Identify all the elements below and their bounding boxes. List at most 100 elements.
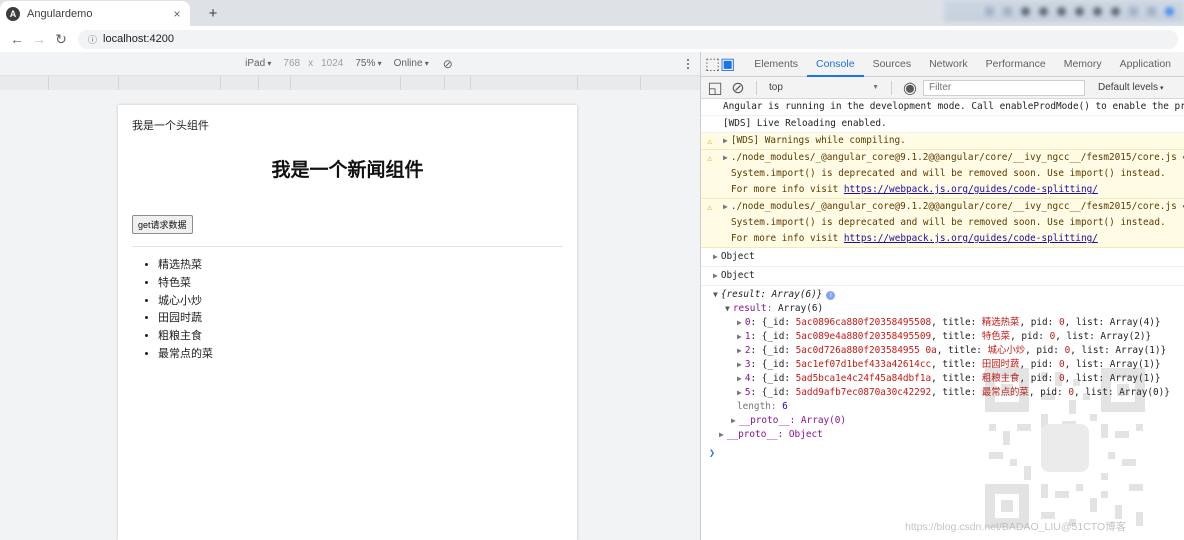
extension-icon[interactable]	[1003, 7, 1012, 16]
expand-triangle-icon[interactable]: ▶	[731, 416, 736, 425]
list-item: 精选热菜	[158, 257, 563, 275]
inspect-element-icon[interactable]: ⬚	[705, 54, 720, 74]
browser-tab[interactable]: A Angulardemo ×	[0, 1, 190, 26]
expand-triangle-icon[interactable]: ▶	[737, 332, 742, 341]
item-id: 5ad5bca1e4c24f45a84dbf1a	[796, 373, 931, 384]
tab-performance[interactable]: Performance	[977, 52, 1055, 77]
extension-icon[interactable]	[1039, 7, 1048, 16]
new-tab-button[interactable]: +	[200, 4, 226, 24]
forward-button[interactable]: →	[28, 28, 50, 50]
collapse-triangle-icon[interactable]: ▼	[725, 304, 730, 313]
tab-title: Angulardemo	[27, 8, 170, 20]
clear-console-icon[interactable]: ⊘	[728, 78, 748, 98]
console-warning[interactable]: ⚠ ▶./node_modules/_@angular_core@9.1.2@@…	[701, 199, 1184, 248]
expand-triangle-icon[interactable]: ▶	[723, 202, 728, 211]
reload-button[interactable]: ↻	[50, 28, 72, 50]
console-result-tree[interactable]: ▼{result: Array(6)}i ▼result: Array(6) ▶…	[701, 286, 1184, 444]
webpack-docs-link[interactable]: https://webpack.js.org/guides/code-split…	[844, 184, 1098, 195]
array-item-row[interactable]: ▶1: {_id: 5ac089e4a880f20358495509, titl…	[713, 330, 1179, 344]
device-height-input[interactable]: 1024	[315, 58, 349, 69]
tab-sources[interactable]: Sources	[864, 52, 921, 77]
extension-icon[interactable]	[1021, 7, 1030, 16]
console-messages[interactable]: Angular is running in the development mo…	[701, 99, 1184, 540]
item-title: 粗粮主食	[982, 373, 1020, 384]
device-more-options-button[interactable]	[680, 55, 696, 73]
expand-triangle-icon[interactable]: ▶	[713, 271, 718, 280]
emulated-page: 我是一个头组件 我是一个新闻组件 get请求数据 精选热菜 特色菜 城心小炒 田…	[118, 105, 577, 540]
extension-icon[interactable]	[1111, 7, 1120, 16]
expand-triangle-icon[interactable]: ▶	[737, 346, 742, 355]
proto-object-row[interactable]: ▶__proto__: Object	[713, 428, 1179, 442]
expand-triangle-icon[interactable]: ▶	[713, 252, 718, 261]
filterbar-divider	[756, 81, 757, 95]
item-list: Array(1)	[1110, 359, 1155, 370]
console-warning[interactable]: ⚠ ▶[WDS] Warnings while compiling.	[701, 133, 1184, 150]
extension-icons-area[interactable]	[944, 0, 1184, 22]
warning-icon: ⚠	[707, 201, 712, 215]
result-key-row[interactable]: ▼result: Array(6)	[713, 302, 1179, 316]
array-item-row[interactable]: ▶4: {_id: 5ad5bca1e4c24f45a84dbf1a, titl…	[713, 372, 1179, 386]
proto-array-row[interactable]: ▶__proto__: Array(0)	[713, 414, 1179, 428]
log-levels-select[interactable]: Default levels	[1098, 82, 1164, 93]
device-select[interactable]: iPad	[239, 58, 277, 69]
tab-elements[interactable]: Elements	[745, 52, 807, 77]
item-title: 最常点的菜	[982, 387, 1029, 398]
live-expression-eye-icon[interactable]: ◉	[900, 78, 920, 98]
filter-input[interactable]	[923, 80, 1085, 96]
expand-triangle-icon[interactable]: ▶	[737, 374, 742, 383]
address-bar[interactable]: ⓘ localhost:4200	[78, 30, 1178, 49]
devtools-panel: ⬚ ▣ Elements Console Sources Network Per…	[700, 52, 1184, 540]
execution-context-label: top	[769, 82, 783, 93]
execution-context-select[interactable]: top ▼	[765, 80, 883, 96]
get-request-button[interactable]: get请求数据	[132, 215, 193, 234]
warning-line-text: For more info visit	[731, 184, 844, 195]
list-item: 最常点的菜	[158, 346, 563, 364]
console-message: Angular is running in the development mo…	[701, 99, 1184, 116]
item-title: 田园时蔬	[982, 359, 1020, 370]
expand-triangle-icon[interactable]: ▶	[737, 388, 742, 397]
expand-triangle-icon[interactable]: ▶	[723, 153, 728, 162]
console-object-row[interactable]: ▶Object	[701, 248, 1184, 267]
extension-icon[interactable]	[1147, 7, 1156, 16]
expand-triangle-icon[interactable]: ▶	[737, 360, 742, 369]
extension-icon[interactable]	[1075, 7, 1084, 16]
no-throttling-icon[interactable]: ⊘	[435, 57, 461, 71]
console-sidebar-icon[interactable]: ◱	[705, 78, 725, 98]
console-prompt[interactable]: ❯	[701, 444, 1184, 464]
zoom-select[interactable]: 75%	[349, 58, 387, 69]
array-item-row[interactable]: ▶2: {_id: 5ac0d726a880f203584955 0a, tit…	[713, 344, 1179, 358]
device-toolbar-toggle-icon[interactable]: ▣	[720, 54, 735, 74]
tab-security[interactable]: Se	[1180, 52, 1184, 77]
tab-application[interactable]: Application	[1111, 52, 1180, 77]
expand-triangle-icon[interactable]: ▶	[723, 136, 728, 145]
array-item-row[interactable]: ▶5: {_id: 5add9afb7ec0870a30c42292, titl…	[713, 386, 1179, 400]
extension-icon[interactable]	[985, 7, 994, 16]
back-button[interactable]: ←	[6, 28, 28, 50]
extension-icon[interactable]	[1129, 7, 1138, 16]
console-message: [WDS] Live Reloading enabled.	[701, 116, 1184, 133]
profile-avatar-icon[interactable]	[1165, 7, 1174, 16]
tab-network[interactable]: Network	[920, 52, 977, 77]
array-item-row[interactable]: ▶0: {_id: 5ac0896ca880f20358495508, titl…	[713, 316, 1179, 330]
tab-console[interactable]: Console	[807, 52, 864, 77]
webpack-docs-link[interactable]: https://webpack.js.org/guides/code-split…	[844, 233, 1098, 244]
extension-icon[interactable]	[1057, 7, 1066, 16]
device-width-input[interactable]: 768	[277, 58, 306, 69]
menu-list: 精选热菜 特色菜 城心小炒 田园时蔬 粗粮主食 最常点的菜	[132, 257, 563, 364]
collapse-triangle-icon[interactable]: ▼	[713, 290, 718, 299]
console-warning[interactable]: ⚠ ▶./node_modules/_@angular_core@9.1.2@@…	[701, 150, 1184, 199]
extension-icon[interactable]	[1093, 7, 1102, 16]
page-title: 我是一个新闻组件	[132, 155, 563, 182]
console-object-row[interactable]: ▶Object	[701, 267, 1184, 286]
expand-triangle-icon[interactable]: ▶	[737, 318, 742, 327]
result-root-row[interactable]: ▼{result: Array(6)}i	[713, 288, 1179, 302]
site-info-icon[interactable]: ⓘ	[88, 33, 97, 46]
close-icon[interactable]: ×	[170, 7, 184, 21]
network-throttle-select[interactable]: Online	[388, 58, 435, 69]
item-id: 5ac089e4a880f20358495509	[796, 331, 931, 342]
browser-toolbar: ← → ↻ ⓘ localhost:4200	[0, 26, 1184, 52]
array-item-row[interactable]: ▶3: {_id: 5ac1ef07d1bef433a42614cc, titl…	[713, 358, 1179, 372]
tab-memory[interactable]: Memory	[1055, 52, 1111, 77]
info-icon[interactable]: i	[826, 291, 835, 300]
expand-triangle-icon[interactable]: ▶	[719, 430, 724, 439]
